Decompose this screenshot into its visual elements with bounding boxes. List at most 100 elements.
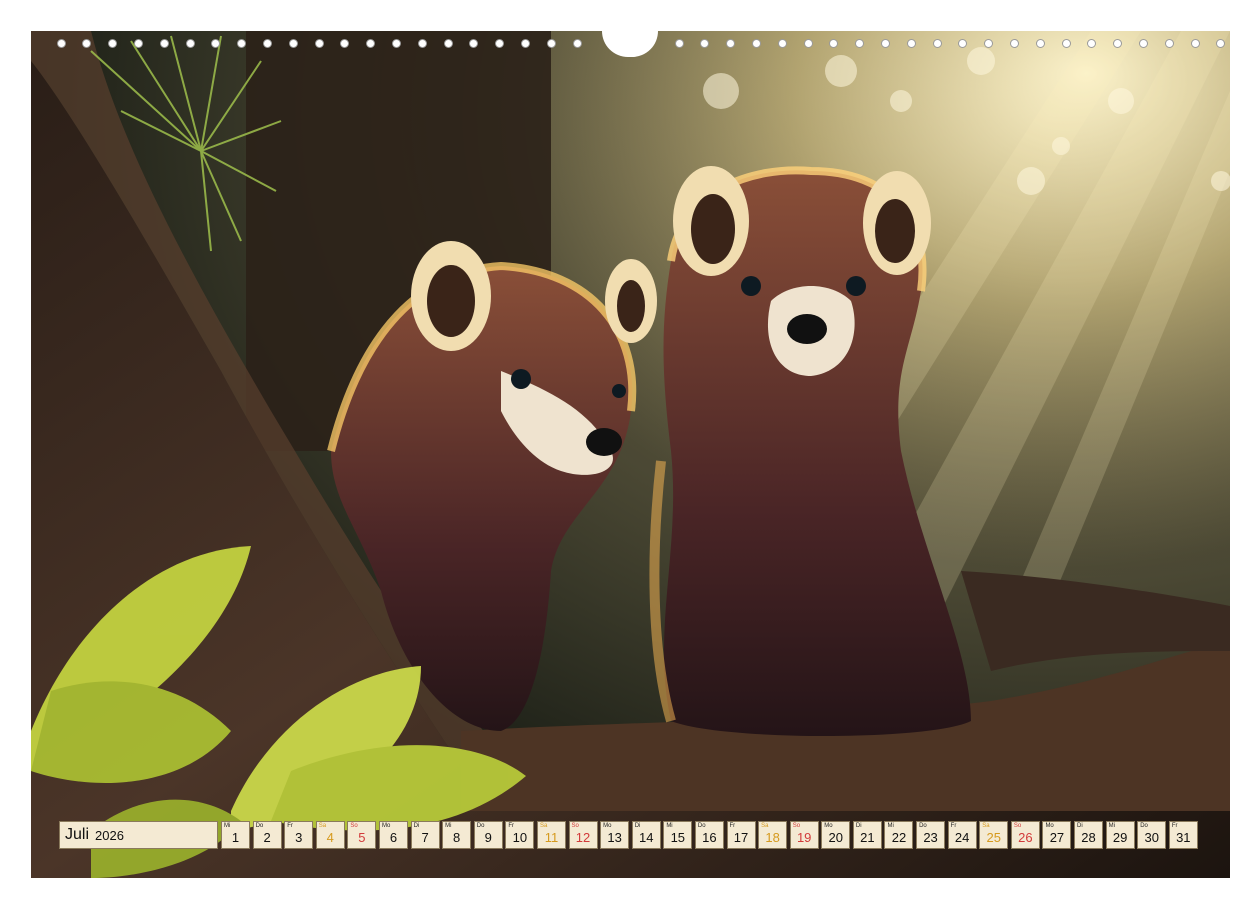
day-cell: Mo 13 — [600, 821, 630, 849]
binding-hole — [1164, 39, 1174, 48]
day-cell: So 12 — [568, 821, 598, 849]
day-number: 9 — [484, 830, 492, 845]
day-number: 2 — [263, 830, 271, 845]
binding-hole — [520, 39, 530, 48]
binding-hole — [1190, 39, 1200, 48]
binding-hole — [700, 39, 710, 48]
day-cell: Do 9 — [473, 821, 503, 849]
day-cell: Mi 15 — [663, 821, 693, 849]
day-number: 17 — [733, 830, 749, 845]
binding-hole — [880, 39, 890, 48]
day-cell: Fr 3 — [284, 821, 314, 849]
day-number: 6 — [389, 830, 398, 845]
day-of-week: Do — [255, 823, 264, 829]
binding-hole — [469, 39, 479, 48]
binding-hole — [108, 39, 118, 48]
day-cells: Mi 1 Do 2 Fr 3 Sa 4 So 5 Mo 6 Di 7 Mi 8 Do 9 Fr 10 Sa 11 So 12 M… — [221, 821, 1200, 849]
day-cell: Di 14 — [631, 821, 661, 849]
day-of-week: Fr — [508, 823, 515, 829]
day-of-week: Di — [413, 823, 420, 829]
day-of-week: Mi — [224, 823, 231, 829]
binding-hole — [1138, 39, 1148, 48]
day-number: 25 — [986, 830, 1001, 845]
month-year: 2026 — [95, 827, 124, 843]
month-name: Juli — [65, 826, 90, 843]
day-cell: Do 16 — [694, 821, 724, 849]
day-number: 5 — [358, 830, 366, 845]
day-number: 26 — [1018, 830, 1033, 845]
day-cell: Fr 17 — [726, 821, 756, 849]
day-of-week: Do — [476, 823, 485, 829]
day-of-week: Fr — [950, 823, 957, 829]
day-number: 15 — [670, 830, 686, 845]
day-number: 28 — [1081, 830, 1096, 845]
binding-hole — [159, 39, 169, 48]
day-number: 30 — [1144, 830, 1159, 845]
day-cell: So 5 — [347, 821, 377, 849]
binding-hole — [984, 39, 994, 48]
day-cell: Fr 10 — [505, 821, 535, 849]
day-of-week: Fr — [1171, 823, 1178, 829]
binding-hole — [572, 39, 582, 48]
day-cell: Mi 29 — [1105, 821, 1135, 849]
month-label-box: Juli 2026 — [59, 821, 218, 849]
binding-hole — [1035, 39, 1045, 48]
binding-hole — [340, 39, 350, 48]
day-of-week: Mi — [887, 823, 894, 829]
day-of-week: Mi — [445, 823, 452, 829]
binding-hole — [366, 39, 376, 48]
day-number: 18 — [765, 830, 780, 845]
day-number: 16 — [702, 830, 717, 845]
day-number: 23 — [923, 830, 938, 845]
day-of-week: Do — [919, 823, 927, 829]
day-number: 14 — [638, 830, 654, 845]
binding-hole — [751, 39, 761, 48]
binding-hole — [314, 39, 324, 48]
binding-hole — [546, 39, 556, 48]
calendar-page: Juli 2026 Mi 1 Do 2 Fr 3 Sa 4 So 5 Mo 6 Di 7 Mi 8 Do 9 Fr 1… — [0, 0, 1260, 908]
day-number: 19 — [796, 830, 812, 845]
day-of-week: So — [792, 823, 801, 829]
binding-hole — [56, 39, 66, 48]
binding-hole — [391, 39, 401, 48]
binding-hole — [82, 39, 92, 48]
day-cell: Sa 4 — [315, 821, 345, 849]
day-of-week: Fr — [729, 823, 736, 829]
day-of-week: Sa — [539, 823, 548, 829]
binding-hole — [777, 39, 787, 48]
binding-hole — [932, 39, 942, 48]
day-cell: Sa 11 — [536, 821, 566, 849]
day-number: 13 — [607, 830, 622, 845]
day-number: 4 — [326, 830, 334, 845]
day-number: 11 — [544, 830, 559, 845]
day-cell: Mo 20 — [821, 821, 851, 849]
day-cell: Di 7 — [410, 821, 440, 849]
day-number: 22 — [891, 830, 907, 845]
day-of-week: Mi — [1108, 823, 1115, 829]
day-cell: Do 23 — [916, 821, 946, 849]
day-of-week: Sa — [761, 823, 769, 829]
day-of-week: Di — [634, 823, 641, 829]
day-cell: So 19 — [789, 821, 819, 849]
day-cell: Sa 18 — [758, 821, 788, 849]
day-cell: Mo 6 — [378, 821, 408, 849]
binding-hole — [237, 39, 247, 48]
day-of-week: Di — [1077, 823, 1083, 829]
day-cell: Sa 25 — [979, 821, 1009, 849]
day-number: 31 — [1176, 830, 1191, 845]
binding-hole — [958, 39, 968, 48]
day-number: 7 — [421, 830, 429, 845]
day-of-week: So — [571, 823, 579, 829]
binding-hole — [829, 39, 839, 48]
day-of-week: Mo — [603, 823, 612, 829]
binding-hole — [855, 39, 865, 48]
day-number: 27 — [1049, 830, 1065, 845]
binding-hole — [906, 39, 916, 48]
binding-hole — [1216, 39, 1226, 48]
day-number: 24 — [954, 830, 970, 845]
day-cell: Fr 24 — [947, 821, 977, 849]
day-cell: Mi 1 — [221, 821, 250, 849]
binding-hole — [185, 39, 195, 48]
binding-hole — [1009, 39, 1019, 48]
binding-hole — [726, 39, 736, 48]
